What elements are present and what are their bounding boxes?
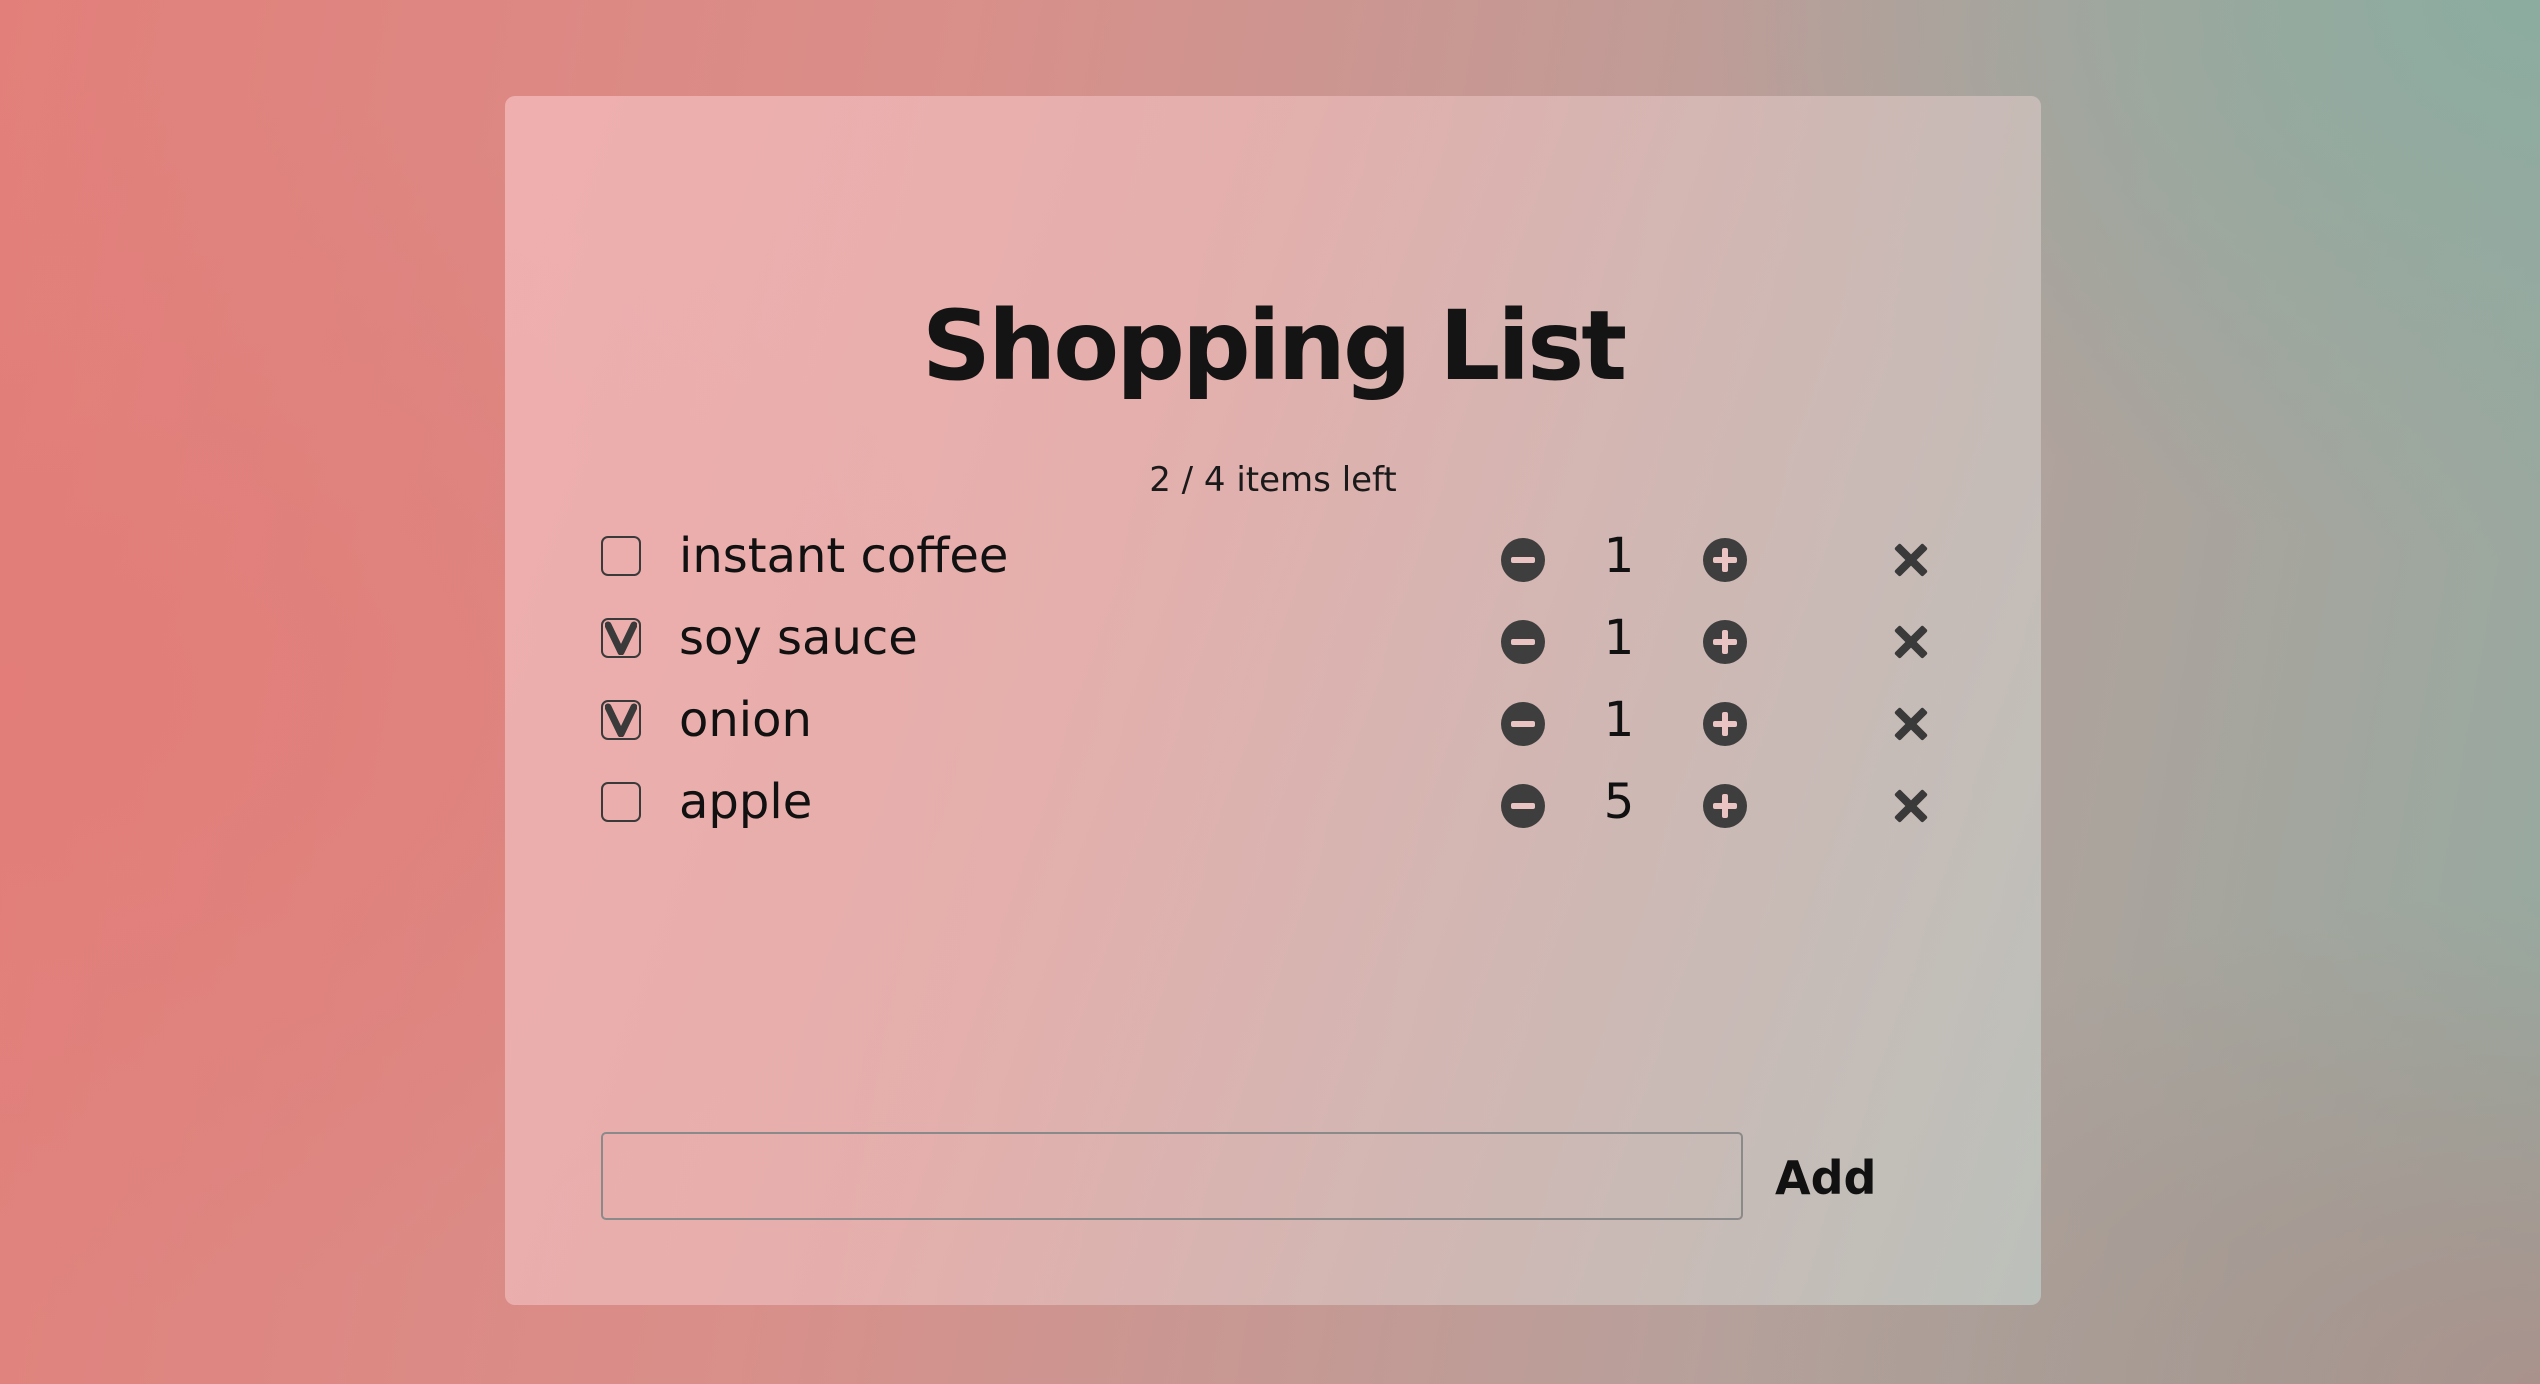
minus-circle-icon[interactable] (1501, 702, 1545, 746)
plus-circle-icon[interactable] (1703, 620, 1747, 664)
add-button[interactable]: Add (1763, 1142, 1888, 1214)
minus-circle-icon[interactable] (1501, 538, 1545, 582)
minus-circle-icon[interactable] (1501, 784, 1545, 828)
items-left-counter: 2 / 4 items left (1149, 460, 1397, 500)
item-checkbox[interactable] (601, 700, 641, 740)
item-checkbox[interactable] (601, 782, 641, 822)
item-quantity: 5 (1603, 774, 1635, 830)
close-icon[interactable] (1893, 542, 1929, 578)
item-name: apple (679, 774, 813, 830)
minus-circle-icon[interactable] (1501, 620, 1545, 664)
item-checkbox[interactable] (601, 618, 641, 658)
item-name: soy sauce (679, 610, 918, 666)
shopping-list-card: Shopping List 2 / 4 items left instant c… (505, 96, 2041, 1305)
item-name: instant coffee (679, 528, 1009, 584)
item-name: onion (679, 692, 812, 748)
item-checkbox[interactable] (601, 536, 641, 576)
item-quantity: 1 (1603, 528, 1635, 584)
plus-circle-icon[interactable] (1703, 702, 1747, 746)
list-item: apple 5 (601, 764, 1861, 846)
item-quantity: 1 (1603, 692, 1635, 748)
plus-circle-icon[interactable] (1703, 784, 1747, 828)
checkmark-icon (605, 621, 637, 655)
page-title: Shopping List (921, 290, 1627, 402)
list-item: instant coffee 1 (601, 518, 1861, 600)
item-quantity: 1 (1603, 610, 1635, 666)
checkmark-icon (605, 703, 637, 737)
new-item-input[interactable] (601, 1132, 1743, 1220)
close-icon[interactable] (1893, 624, 1929, 660)
close-icon[interactable] (1893, 788, 1929, 824)
shopping-list: instant coffee 1 soy sauce 1 onion 1 app… (601, 518, 1861, 846)
close-icon[interactable] (1893, 706, 1929, 742)
plus-circle-icon[interactable] (1703, 538, 1747, 582)
list-item: onion 1 (601, 682, 1861, 764)
list-item: soy sauce 1 (601, 600, 1861, 682)
